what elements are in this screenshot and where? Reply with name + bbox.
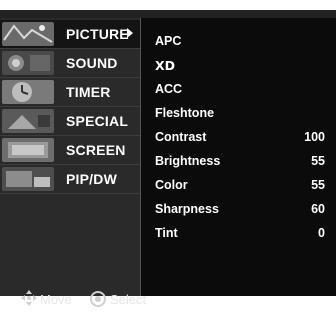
menu-item-special[interactable]: SPECIAL <box>0 107 140 135</box>
picture-item-xd[interactable]: XD <box>155 58 325 76</box>
pip-icon <box>2 167 54 191</box>
top-margin <box>0 0 336 10</box>
menu-label: SOUND <box>66 55 118 71</box>
picture-item-sharpness[interactable]: Sharpness 60 <box>155 202 325 220</box>
picture-item-color[interactable]: Color 55 <box>155 178 325 196</box>
title-bar <box>0 10 336 18</box>
menu-divider <box>0 193 140 194</box>
picture-item-value: 55 <box>311 154 325 168</box>
picture-submenu: APC XD ACC Fleshtone Contrast 100 Bright… <box>140 18 336 296</box>
special-icon <box>2 109 54 133</box>
tv-osd-menu: PICTURE SOUND TIMER SPECIAL SCREEN PIP/D… <box>0 0 336 307</box>
menu-label: TIMER <box>66 84 111 100</box>
help-bar: Move Select <box>0 282 146 314</box>
picture-item-label: Fleshtone <box>155 106 215 120</box>
submenu-arrow-icon <box>127 28 133 38</box>
picture-item-label: APC <box>155 34 182 48</box>
ok-button-icon <box>90 291 106 307</box>
picture-item-contrast[interactable]: Contrast 100 <box>155 130 325 148</box>
picture-item-apc[interactable]: APC <box>155 34 325 52</box>
picture-item-brightness[interactable]: Brightness 55 <box>155 154 325 172</box>
picture-item-label: Brightness <box>155 154 221 168</box>
picture-item-label: ACC <box>155 82 183 96</box>
menu-label: SCREEN <box>66 142 126 158</box>
picture-item-label: Sharpness <box>155 202 219 216</box>
menu-item-screen[interactable]: SCREEN <box>0 136 140 164</box>
picture-item-label: Color <box>155 178 188 192</box>
menu-item-pip-dw[interactable]: PIP/DW <box>0 165 140 193</box>
menu-label: SPECIAL <box>66 113 129 129</box>
picture-item-label: XD <box>155 58 176 73</box>
picture-item-value: 55 <box>311 178 325 192</box>
picture-item-tint[interactable]: Tint 0 <box>155 226 325 244</box>
dpad-icon <box>21 290 37 306</box>
menu-label: PIP/DW <box>66 171 117 187</box>
main-menu: PICTURE SOUND TIMER SPECIAL SCREEN PIP/D… <box>0 18 146 307</box>
screen-icon <box>2 138 54 162</box>
picture-item-acc[interactable]: ACC <box>155 82 325 100</box>
menu-label: PICTURE <box>66 26 129 42</box>
picture-icon <box>2 22 54 46</box>
timer-icon <box>2 80 54 104</box>
picture-item-label: Tint <box>155 226 178 240</box>
picture-item-value: 60 <box>311 202 325 216</box>
menu-item-sound[interactable]: SOUND <box>0 49 140 77</box>
menu-item-picture[interactable]: PICTURE <box>0 20 140 48</box>
picture-item-value: 0 <box>318 226 325 240</box>
picture-item-label: Contrast <box>155 130 207 144</box>
help-move-label: Move <box>40 292 72 307</box>
picture-item-value: 100 <box>304 130 325 144</box>
menu-item-timer[interactable]: TIMER <box>0 78 140 106</box>
sound-icon <box>2 51 54 75</box>
picture-item-fleshtone[interactable]: Fleshtone <box>155 106 325 124</box>
